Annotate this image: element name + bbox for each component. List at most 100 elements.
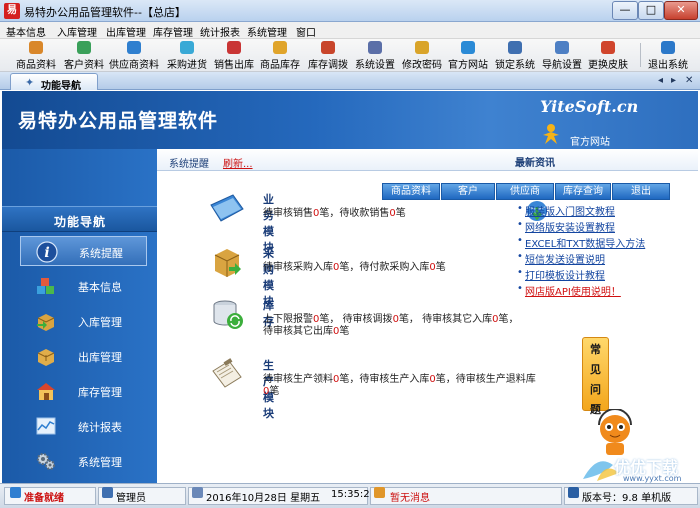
module-text: 待审核生产领料0笔，待审核生产入库0笔，待审核生产退料库 0笔 [263,374,536,398]
toolbar-settings-button[interactable]: 系统设置 [353,40,397,71]
menu-inventory[interactable]: 库存管理 [153,24,193,39]
window-title: 易特办公用品管理软件--【总店】 [24,6,186,19]
website-icon [461,41,475,54]
password-icon [415,41,429,54]
toolbar-website-button[interactable]: 官方网站 [446,40,490,71]
toolbar-label: 销售出库 [214,60,254,71]
tab-close-button[interactable]: ✕ [685,75,693,86]
official-site-link[interactable]: 官方网站 [570,133,610,148]
tab-latest-news[interactable]: 最新资讯 [515,154,555,169]
toolbar-label: 系统设置 [355,60,395,71]
module-text-part: 笔， 待审核调拨 [319,314,393,325]
nav-item-basic-info[interactable]: 基本信息 [20,271,147,301]
toolbar-separator [640,43,641,67]
module-text-part: 笔 [269,386,280,397]
nav-item-reports[interactable]: 统计报表 [20,411,147,441]
toolbar-skin-button[interactable]: 更换皮肤 [586,40,630,71]
close-button[interactable]: ✕ [664,1,698,20]
news-item[interactable]: 网络版安装设置教程 [517,219,615,234]
toolbar-sales-button[interactable]: 销售出库 [212,40,256,71]
info-icon: i [36,241,58,263]
toolbar-purchase-button[interactable]: 采购进货 [165,40,209,71]
tab-scroll-right-button[interactable]: ▸ [671,75,676,86]
content-tab-bar: 系统提醒 刷新... 最新资讯 [157,149,698,171]
banner: 易特办公用品管理软件 YiteSoft.cn 官方网站 [2,91,698,149]
nav-item-label: 基本信息 [78,281,122,294]
module-text-part: 笔 [395,208,406,219]
toolbar-password-button[interactable]: 修改密码 [400,40,444,71]
nav-item-system-reminder[interactable]: i 系统提醒 [20,236,147,266]
quick-product-button[interactable]: 商品资料 [382,183,440,200]
banner-title: 易特办公用品管理软件 [18,110,219,132]
status-text: 准备就绪 [24,493,64,504]
tab-system-reminder[interactable]: 系统提醒 [169,155,209,170]
clipboard-icon [212,358,242,388]
status-date: 2016年10月28日 星期五 [206,493,321,504]
module-text-part: 笔， [498,314,519,325]
menu-inbound[interactable]: 入库管理 [57,24,97,39]
tab-function-navigation[interactable]: ✦ 功能导航 [10,73,98,92]
toolbar-transfer-button[interactable]: 库存调拨 [306,40,350,71]
lock-icon [508,41,522,54]
database-sync-icon [213,300,243,329]
nav-item-inbound[interactable]: 入库管理 [20,306,147,336]
toolbar-label: 导航设置 [542,60,582,71]
menu-outbound[interactable]: 出库管理 [106,24,146,39]
faq-char: 问 [590,383,601,396]
toolbar-label: 商品库存 [260,60,300,71]
toolbar-lock-button[interactable]: 锁定系统 [493,40,537,71]
news-item[interactable]: 网店版API使用说明！ [517,283,621,298]
toolbar: 商品资料 客户资料 供应商资料 采购进货 销售出库 商品库存 库存调拨 系统设置… [0,39,700,72]
quick-supplier-button[interactable]: 供应商 [496,183,554,200]
faq-button[interactable]: 常 见 问 题 [582,337,609,416]
toolbar-label: 修改密码 [402,60,442,71]
calendar-icon [192,487,203,498]
quick-customer-button[interactable]: 客户 [441,183,495,200]
refresh-link[interactable]: 刷新... [223,155,253,170]
minimize-button[interactable]: — [612,1,638,20]
status-message[interactable]: 暂无消息 [390,489,430,504]
toolbar-label: 采购进货 [167,60,207,71]
status-user: 管理员 [116,493,146,504]
nav-item-outbound[interactable]: 出库管理 [20,341,147,371]
nav-item-system-management[interactable]: 系统管理 [20,446,147,476]
stock-icon [273,41,287,54]
module-text-part: 笔 [435,262,446,273]
module-text: 上下限报警0笔， 待审核调拨0笔， 待审核其它入库0笔， 待审核其它出库0笔 [263,314,519,338]
module-text-part: 待审核采购入库 [263,262,333,273]
news-item[interactable]: 打印模板设计教程 [517,267,605,282]
menu-system[interactable]: 系统管理 [247,24,287,39]
gears-icon [37,453,55,470]
sales-icon [227,41,241,54]
toolbar-supplier-button[interactable]: 供应商资料 [109,40,159,71]
toolbar-navigation-button[interactable]: 导航设置 [540,40,584,71]
toolbar-stock-button[interactable]: 商品库存 [258,40,302,71]
maximize-button[interactable]: □ [638,1,664,20]
module-text-part: 笔 [339,326,350,337]
tab-scroll-left-button[interactable]: ◂ [658,75,663,86]
inbound-box-icon [214,249,241,277]
toolbar-product-button[interactable]: 商品资料 [14,40,58,71]
menu-bar: 基本信息 入库管理 出库管理 库存管理 统计报表 系统管理 窗口 [0,22,700,39]
app-logo-icon: 易 [4,3,20,19]
report-chart-icon [36,417,56,435]
banner-site-logo: YiteSoft.cn [540,97,639,116]
quick-inventory-query-button[interactable]: 库存查询 [555,183,611,200]
module-text-part: 待审核销售 [263,208,313,219]
nav-item-inventory[interactable]: 库存管理 [20,376,147,406]
module-text-part: 上下限报警 [263,314,313,325]
menu-basic-info[interactable]: 基本信息 [6,24,46,39]
status-bar: 准备就绪 管理员 2016年10月28日 星期五 15:35:27 暂无消息 版… [0,483,700,508]
news-item[interactable]: 服装版入门图文教程 [517,203,615,218]
toolbar-customer-button[interactable]: 客户资料 [62,40,106,71]
menu-window[interactable]: 窗口 [296,24,316,39]
quick-exit-button[interactable]: 退出 [612,183,670,200]
book-icon [210,194,244,222]
news-item[interactable]: EXCEL和TXT数据导入方法 [517,235,645,250]
menu-reports[interactable]: 统计报表 [200,24,240,39]
person-logo-icon [543,124,559,144]
news-item[interactable]: 短信发送设置说明 [517,251,605,266]
toolbar-exit-button[interactable]: 退出系统 [646,40,690,71]
title-bar: 易 易特办公用品管理软件--【总店】 — □ ✕ [0,0,700,22]
faq-char: 见 [590,363,601,376]
